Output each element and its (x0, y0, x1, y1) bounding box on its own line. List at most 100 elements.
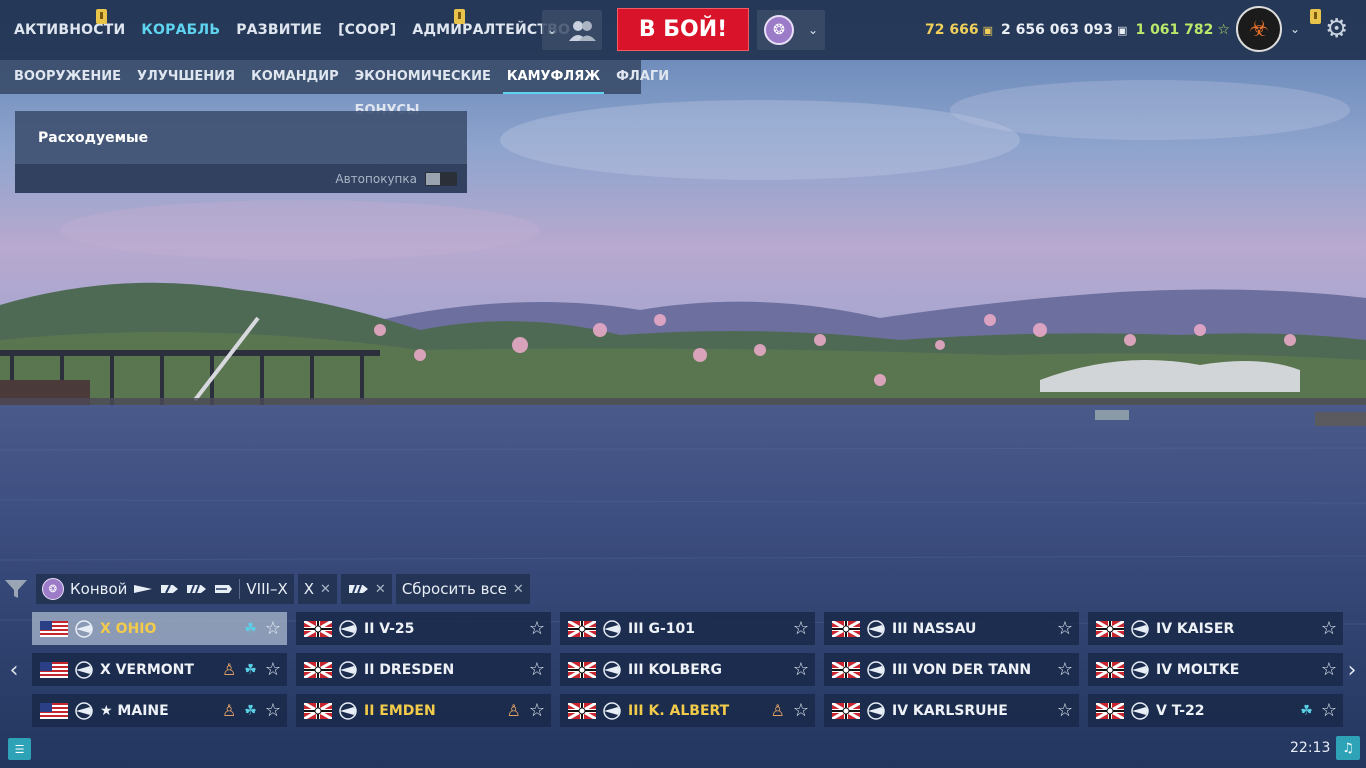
ship-card[interactable]: III K. ALBERT ♙ ☆ (560, 694, 815, 727)
chat-icon[interactable]: ☰ (8, 738, 31, 760)
battleship-class-icon[interactable] (185, 583, 207, 595)
ship-class-icon (1131, 660, 1149, 679)
tab-armament[interactable]: ВООРУЖЕНИЕ (14, 60, 121, 94)
ship-card[interactable]: III KOLBERG ☆ (560, 653, 815, 686)
ship-card-badges: ♙ ☘ ☆ (222, 694, 281, 727)
ship-card[interactable]: II DRESDEN ☆ (296, 653, 551, 686)
ship-name: III NASSAU (892, 620, 977, 637)
favorite-star-icon[interactable]: ☆ (265, 659, 281, 680)
favorite-star-icon[interactable]: ☆ (1057, 659, 1073, 680)
close-icon[interactable]: ✕ (375, 582, 386, 597)
commander-icon: ♙ (221, 660, 237, 679)
ship-name: II EMDEN (364, 702, 436, 719)
ship-card[interactable]: ★ MAINE ♙ ☘ ☆ (32, 694, 287, 727)
ship-card[interactable]: III G-101 ☆ (560, 612, 815, 645)
favorite-star-icon[interactable]: ☆ (1057, 618, 1073, 639)
nav-ship[interactable]: КОРАБЛЬ (141, 22, 220, 38)
ship-class-icon (75, 619, 93, 638)
filter-chip-class[interactable]: ✕ (340, 574, 392, 604)
destroyer-class-icon[interactable] (133, 583, 153, 595)
ship-class-icon (867, 619, 885, 638)
favorite-star-icon[interactable]: ☆ (1321, 659, 1337, 680)
close-icon[interactable]: ✕ (513, 582, 524, 597)
favorite-star-icon[interactable]: ☆ (529, 618, 545, 639)
ship-name: III KOLBERG (628, 661, 723, 678)
filter-icon[interactable] (4, 578, 28, 600)
germany-flag-icon (568, 620, 596, 637)
favorite-star-icon[interactable]: ☆ (529, 700, 545, 721)
top-bar: АКТИВНОСТИ КОРАБЛЬ РАЗВИТИЕ [COOP] АДМИР… (0, 0, 1366, 60)
ship-class-icon (339, 660, 357, 679)
favorite-star-icon[interactable]: ☆ (265, 618, 281, 639)
tab-economic-bonuses[interactable]: ЭКОНОМИЧЕСКИЕ БОНУСЫ (355, 60, 491, 118)
gear-icon[interactable]: ⚙ (1325, 16, 1348, 42)
ship-card-badges: ☆ (1321, 612, 1337, 645)
ship-card[interactable]: II EMDEN ♙ ☆ (296, 694, 551, 727)
filter-mode-label[interactable]: Конвой (70, 580, 127, 598)
ship-class-icon (75, 660, 93, 679)
usa-flag-icon (40, 661, 68, 678)
close-icon[interactable]: ✕ (320, 582, 331, 597)
carousel-filter-bar: ❂ Конвой VIII–X X ✕ ✕ Сбросить все ✕ (4, 574, 530, 604)
division-selector[interactable]: ⌄ (542, 10, 602, 50)
germany-flag-icon (304, 702, 332, 719)
autobuy-toggle[interactable] (425, 171, 457, 186)
consumables-title[interactable]: Расходуемые (15, 111, 467, 164)
germany-flag-icon (304, 620, 332, 637)
nav-research[interactable]: РАЗВИТИЕ (236, 22, 322, 38)
ship-card[interactable]: V T-22 ☘ ☆ (1088, 694, 1343, 727)
tab-camouflage[interactable]: КАМУФЛЯЖ (502, 60, 605, 94)
tab-upgrades[interactable]: УЛУЧШЕНИЯ (137, 60, 235, 94)
cruiser-class-icon[interactable] (159, 583, 179, 595)
ship-card[interactable]: IV KAISER ☆ (1088, 612, 1343, 645)
nav-activities[interactable]: АКТИВНОСТИ (14, 22, 125, 38)
ship-card[interactable]: X OHIO ☘ ☆ (32, 612, 287, 645)
battle-mode-selector[interactable]: ❂ ⌄ (757, 10, 825, 50)
notification-marker-icon (96, 9, 107, 24)
player-avatar[interactable]: ☣ (1236, 6, 1282, 52)
ship-card-badges: ♙ ☆ (771, 694, 809, 727)
notification-marker-icon (454, 9, 465, 24)
reset-filters-button[interactable]: Сбросить все ✕ (395, 574, 530, 604)
germany-flag-icon (1096, 702, 1124, 719)
filter-chips: ❂ Конвой VIII–X (36, 574, 294, 604)
favorite-star-icon[interactable]: ☆ (265, 700, 281, 721)
ship-card[interactable]: IV MOLTKE ☆ (1088, 653, 1343, 686)
ship-name: V T-22 (1156, 702, 1205, 719)
tab-commander[interactable]: КОМАНДИР (251, 60, 339, 94)
filter-tier-range[interactable]: VIII–X (246, 580, 287, 598)
battle-button[interactable]: В БОЙ! (617, 8, 749, 51)
ship-card-badges: ☆ (793, 612, 809, 645)
chevron-down-icon[interactable]: ⌄ (1290, 22, 1300, 36)
germany-flag-icon (832, 620, 860, 637)
carrier-class-icon[interactable] (213, 583, 233, 595)
favorite-star-icon[interactable]: ☆ (1321, 700, 1337, 721)
germany-flag-icon (1096, 620, 1124, 637)
ship-card[interactable]: III VON DER TANN ☆ (824, 653, 1079, 686)
ship-class-icon (75, 701, 93, 720)
germany-flag-icon (304, 661, 332, 678)
favorite-star-icon[interactable]: ☆ (1057, 700, 1073, 721)
notifications-bell-icon[interactable]: ♫ (1336, 736, 1360, 760)
ship-card-badges: ☆ (529, 653, 545, 686)
favorite-star-icon[interactable]: ☆ (793, 659, 809, 680)
doubloons-value: 72 666 (925, 22, 979, 38)
filter-chip-tier[interactable]: X ✕ (297, 574, 337, 604)
ship-name: III G-101 (628, 620, 696, 637)
ship-card[interactable]: X VERMONT ♙ ☘ ☆ (32, 653, 287, 686)
favorite-star-icon[interactable]: ☆ (793, 618, 809, 639)
favorite-star-icon[interactable]: ☆ (793, 700, 809, 721)
ship-card-badges: ♙ ☆ (507, 694, 545, 727)
nav-coop[interactable]: [COOP] (338, 22, 396, 38)
ship-card[interactable]: II V-25 ☆ (296, 612, 551, 645)
ship-name: X OHIO (100, 620, 157, 637)
favorite-star-icon[interactable]: ☆ (529, 659, 545, 680)
tab-flags[interactable]: ФЛАГИ (616, 60, 669, 94)
divider (239, 579, 241, 599)
ship-class-icon (1131, 701, 1149, 720)
favorite-star-icon[interactable]: ☆ (1321, 618, 1337, 639)
camouflage-icon: ☘ (244, 620, 257, 637)
ship-card[interactable]: III NASSAU ☆ (824, 612, 1079, 645)
ship-card[interactable]: IV KARLSRUHE ☆ (824, 694, 1079, 727)
germany-flag-icon (568, 661, 596, 678)
